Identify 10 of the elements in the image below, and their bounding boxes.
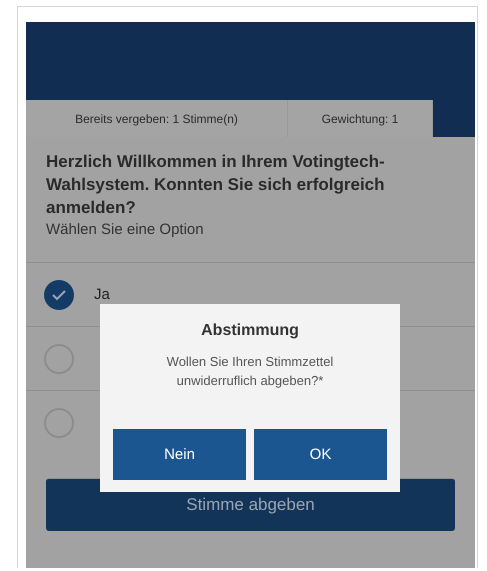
question-subtitle: Wählen Sie eine Option [46, 221, 205, 238]
dialog-title: Abstimmung [201, 322, 299, 340]
confirm-button[interactable]: OK [254, 429, 387, 480]
cancel-button[interactable]: Nein [113, 429, 246, 480]
question-title: Herzlich Willkommen in Ihrem Votingtech-Wahlsystem. Konnten Sie sich erfolgreich anmelden? [46, 151, 386, 219]
info-label: Gewichtung: 1 [288, 100, 433, 137]
dialog-message: Wollen Sie Ihren Stimmzettel unwiderruflich abgeben?* [166, 353, 334, 390]
radio-checked-icon[interactable] [44, 280, 74, 310]
info-label: Bereits vergeben: 1 Stimme(n) [26, 100, 288, 137]
option-label[interactable]: Ja [94, 286, 110, 303]
